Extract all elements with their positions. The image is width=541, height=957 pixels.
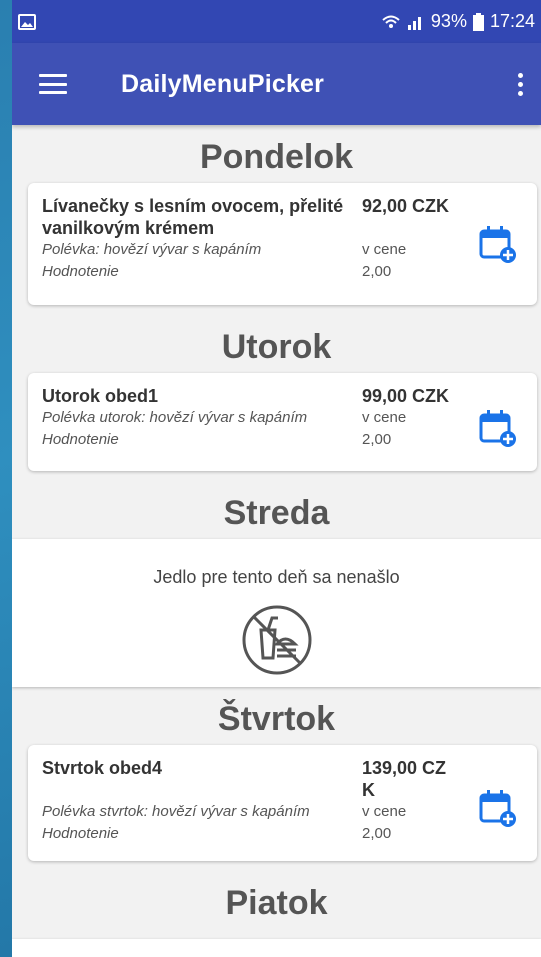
rating-value: 2,00 <box>362 263 392 280</box>
meal-card-utorok[interactable]: Utorok obed1 99,00 CZK Polévka utorok: h… <box>28 373 537 471</box>
empty-message: Jedlo pre tento deň sa nenašlo <box>153 567 400 587</box>
meal-name: Lívanečky s lesním ovocem, přelité vanil… <box>42 196 344 238</box>
meal-row: Utorok obed1 99,00 CZK <box>42 385 525 407</box>
meal-card-stvrtok[interactable]: Stvrtok obed4 139,00 CZ K Polévka stvrto… <box>28 745 537 861</box>
meal-card-pondelok[interactable]: Lívanečky s lesním ovocem, přelité vanil… <box>28 183 537 305</box>
signal-icon <box>407 16 421 30</box>
day-title-stvrtok: Štvrtok <box>217 700 336 738</box>
calendar-add-icon[interactable] <box>479 225 517 263</box>
status-bar: 93% 17:24 <box>12 0 541 43</box>
rating-label: Hodnotenie <box>42 263 119 280</box>
app-frame: 93% 17:24 DailyMenuPicker Pondelok Lívan… <box>12 0 541 957</box>
empty-card-streda: Jedlo pre tento deň sa nenašlo <box>12 539 541 687</box>
soup-row: Polévka utorok: hovězí vývar s kapáním v… <box>42 407 525 429</box>
hamburger-icon[interactable] <box>39 74 67 94</box>
app-bar: DailyMenuPicker <box>12 43 541 125</box>
battery-percent: 93% <box>430 11 467 31</box>
meal-price-line1: 139,00 CZ <box>362 758 447 778</box>
meal-price: 92,00 CZK <box>362 196 450 216</box>
day-title-piatok: Piatok <box>225 884 328 922</box>
day-title-streda: Streda <box>223 494 330 532</box>
rating-row: Hodnotenie 2,00 <box>42 261 525 283</box>
rating-value: 2,00 <box>362 431 392 448</box>
status-right: 93% 17:24 <box>381 11 535 32</box>
status-left <box>18 13 36 30</box>
image-icon <box>18 13 36 30</box>
rating-row: Hodnotenie 2,00 <box>42 823 525 845</box>
meal-name: Utorok obed1 <box>42 386 159 406</box>
calendar-add-icon[interactable] <box>479 789 517 827</box>
clock: 17:24 <box>489 11 535 31</box>
meal-name: Stvrtok obed4 <box>42 758 163 778</box>
rating-value: 2,00 <box>362 825 392 842</box>
soup-row: Polévka: hovězí vývar s kapáním v cene <box>42 239 525 261</box>
more-vert-icon[interactable] <box>518 73 523 96</box>
soup-price: v cene <box>362 803 407 820</box>
meal-card-piatok[interactable] <box>12 939 541 957</box>
soup-name: Polévka utorok: hovězí vývar s kapáním <box>42 409 308 426</box>
soup-name: Polévka stvrtok: hovězí vývar s kapáním <box>42 803 310 820</box>
rating-label: Hodnotenie <box>42 825 119 842</box>
app-title: DailyMenuPicker <box>121 69 325 98</box>
battery-icon <box>472 12 484 31</box>
rating-row: Hodnotenie 2,00 <box>42 429 525 451</box>
calendar-add-icon[interactable] <box>479 409 517 447</box>
meal-price: 139,00 CZ K <box>362 757 446 801</box>
meal-price-line2: K <box>362 780 375 800</box>
day-title-utorok: Utorok <box>221 328 332 366</box>
soup-row: Polévka stvrtok: hovězí vývar s kapáním … <box>42 801 525 823</box>
meal-row: Stvrtok obed4 139,00 CZ K <box>42 757 525 801</box>
no-food-icon <box>242 605 311 675</box>
day-title-pondelok: Pondelok <box>199 138 354 176</box>
meal-row: Lívanečky s lesním ovocem, přelité vanil… <box>42 195 525 239</box>
wifi-icon <box>382 15 400 28</box>
rating-label: Hodnotenie <box>42 431 119 448</box>
soup-name: Polévka: hovězí vývar s kapáním <box>42 241 262 258</box>
meal-price: 99,00 CZK <box>362 386 450 406</box>
soup-price: v cene <box>362 409 407 426</box>
soup-price: v cene <box>362 241 407 258</box>
